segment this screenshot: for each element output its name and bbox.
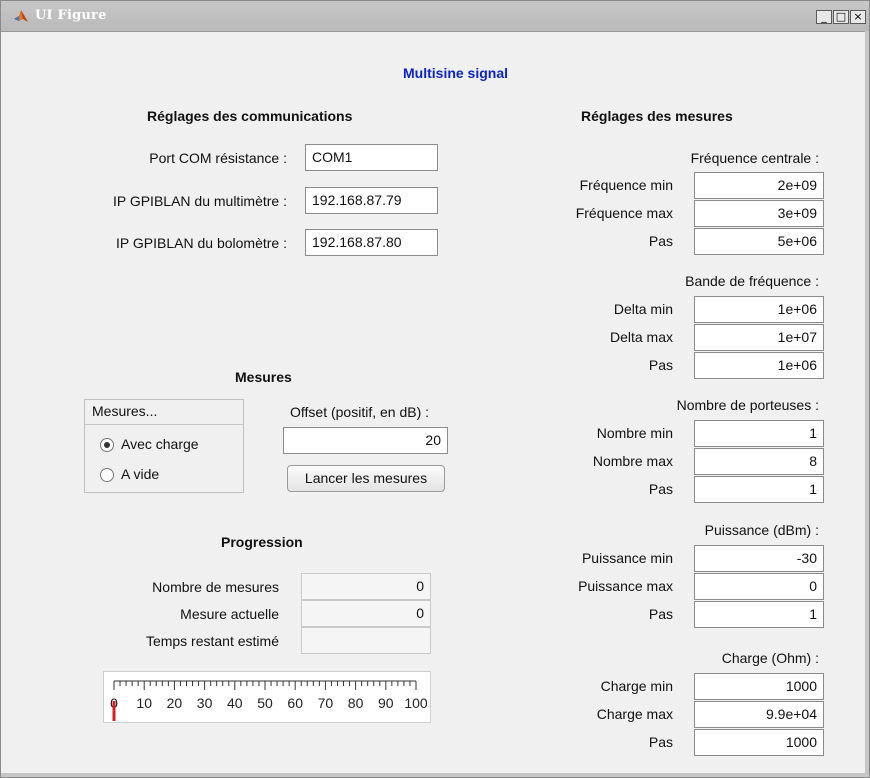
frequency-min-input[interactable]: 2e+09 <box>694 172 824 199</box>
group-divider <box>85 424 243 425</box>
maximize-button[interactable]: □ <box>833 10 849 24</box>
comms-section-title: Réglages des communications <box>147 108 353 124</box>
frequency-max-label: Fréquence max <box>575 205 673 221</box>
load-step-input[interactable]: 1000 <box>694 729 824 756</box>
carriers-step-input[interactable]: 1 <box>694 476 824 503</box>
remaining-time-label: Temps restant estimé <box>145 633 279 649</box>
gauge-tick-label: 20 <box>167 695 183 711</box>
current-measurement-label: Mesure actuelle <box>180 606 279 622</box>
power-min-label: Puissance min <box>581 550 673 566</box>
gauge-tick-label: 90 <box>378 695 394 711</box>
carriers-max-input[interactable]: 8 <box>694 448 824 475</box>
window-frame-right <box>865 31 869 777</box>
mesures-section-title: Mesures <box>235 369 292 385</box>
gauge-needle <box>112 701 116 721</box>
gauge-tick-label: 40 <box>227 695 243 711</box>
gauge-tick-label: 50 <box>257 695 273 711</box>
power-step-label: Pas <box>648 606 673 622</box>
bandwidth-title: Bande de fréquence : <box>685 273 819 289</box>
radio-a-vide[interactable] <box>100 468 114 482</box>
load-max-input[interactable]: 9.9e+04 <box>694 701 824 728</box>
mesures-radio-group: Mesures... Avec charge A vide <box>84 399 244 493</box>
carriers-min-label: Nombre min <box>596 425 673 441</box>
gauge-tick-label: 80 <box>348 695 364 711</box>
port-com-input[interactable]: COM1 <box>305 144 438 171</box>
carriers-max-label: Nombre max <box>592 453 673 469</box>
current-measurement-value: 0 <box>301 600 431 627</box>
gauge-tick-label: 70 <box>318 695 334 711</box>
offset-label: Offset (positif, en dB) : <box>290 404 430 420</box>
window-frame-bottom <box>1 773 869 777</box>
frequency-step-input[interactable]: 5e+06 <box>694 228 824 255</box>
delta-step-input[interactable]: 1e+06 <box>694 352 824 379</box>
delta-max-input[interactable]: 1e+07 <box>694 324 824 351</box>
power-step-input[interactable]: 1 <box>694 601 824 628</box>
settings-section-title: Réglages des mesures <box>581 108 733 124</box>
multimeter-ip-input[interactable]: 192.168.87.79 <box>305 187 438 214</box>
minimize-button[interactable]: _ <box>816 10 832 24</box>
carriers-title: Nombre de porteuses : <box>676 397 819 413</box>
power-max-input[interactable]: 0 <box>694 573 824 600</box>
measurement-count-value: 0 <box>301 573 431 600</box>
gauge-tick-label: 60 <box>287 695 303 711</box>
frequency-max-input[interactable]: 3e+09 <box>694 200 824 227</box>
title-bar[interactable]: UI Figure _ □ × <box>1 1 869 32</box>
remaining-time-value <box>301 627 431 654</box>
bolometer-ip-input[interactable]: 192.168.87.80 <box>305 229 438 256</box>
carriers-step-label: Pas <box>648 481 673 497</box>
power-min-input[interactable]: -30 <box>694 545 824 572</box>
gauge-tick-label: 100 <box>404 695 428 711</box>
bolometer-ip-label: IP GPIBLAN du bolomètre : <box>116 235 287 251</box>
delta-step-label: Pas <box>648 357 673 373</box>
radio-avec-charge[interactable] <box>100 438 114 452</box>
progress-gauge: 0102030405060708090100 <box>103 671 431 723</box>
port-com-label: Port COM résistance : <box>149 150 287 166</box>
frequency-min-label: Fréquence min <box>579 177 673 193</box>
close-button[interactable]: × <box>850 10 866 24</box>
load-min-label: Charge min <box>600 678 673 694</box>
gauge-tick-label: 10 <box>136 695 152 711</box>
center-frequency-title: Fréquence centrale : <box>690 150 819 166</box>
measurement-count-label: Nombre de mesures <box>152 579 279 595</box>
load-title: Charge (Ohm) : <box>721 650 819 666</box>
power-title: Puissance (dBm) : <box>704 522 819 538</box>
carriers-min-input[interactable]: 1 <box>694 420 824 447</box>
multimeter-ip-label: IP GPIBLAN du multimètre : <box>112 193 287 209</box>
frequency-step-label: Pas <box>648 233 673 249</box>
gauge-tick-label: 30 <box>197 695 213 711</box>
radio-a-vide-label[interactable]: A vide <box>121 466 159 482</box>
load-max-label: Charge max <box>596 706 673 722</box>
delta-max-label: Delta max <box>609 329 673 345</box>
mesures-group-title: Mesures... <box>92 403 158 419</box>
radio-avec-charge-label[interactable]: Avec charge <box>121 436 199 452</box>
delta-min-input[interactable]: 1e+06 <box>694 296 824 323</box>
offset-input[interactable]: 20 <box>283 427 448 454</box>
matlab-icon <box>14 10 28 22</box>
progression-section-title: Progression <box>221 534 303 550</box>
delta-min-label: Delta min <box>613 301 673 317</box>
radio-selected-dot <box>104 442 110 448</box>
page-title: Multisine signal <box>403 65 509 81</box>
load-min-input[interactable]: 1000 <box>694 673 824 700</box>
launch-measurements-button[interactable]: Lancer les mesures <box>287 465 445 492</box>
load-step-label: Pas <box>648 734 673 750</box>
window-title: UI Figure <box>35 8 107 23</box>
ui-figure-window: UI Figure _ □ × Multisine signal Réglage… <box>0 0 870 778</box>
power-max-label: Puissance max <box>578 578 673 594</box>
